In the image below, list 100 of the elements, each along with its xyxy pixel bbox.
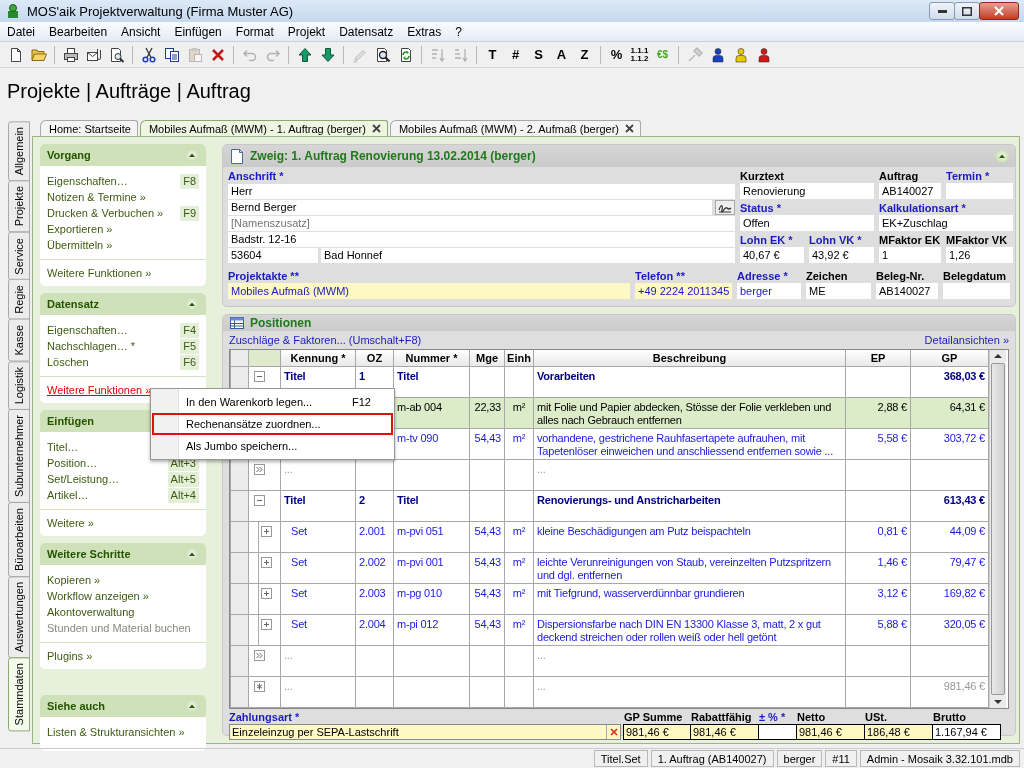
column-header[interactable]: Kennung * xyxy=(280,350,356,367)
expand-icon[interactable] xyxy=(261,588,272,599)
maximize-button[interactable] xyxy=(954,2,980,20)
toolbar-button[interactable]: T xyxy=(481,43,504,66)
input-field[interactable] xyxy=(946,183,1013,199)
menu-item[interactable]: Projekt xyxy=(280,24,333,39)
input-field[interactable]: AB140027 xyxy=(879,183,941,199)
menu-item[interactable]: Einfügen xyxy=(167,24,229,39)
side-tab[interactable]: Kasse xyxy=(8,319,30,362)
collapse-button[interactable] xyxy=(185,297,199,311)
scrollbar[interactable] xyxy=(989,350,1006,708)
column-header[interactable]: Mge xyxy=(469,350,505,367)
column-header[interactable]: Einh xyxy=(504,350,534,367)
link[interactable]: Detailansichten » xyxy=(924,334,1009,347)
input-field[interactable]: 40,67 € xyxy=(740,247,804,263)
column-header[interactable]: OZ xyxy=(355,350,394,367)
task-link[interactable]: Weitere » xyxy=(47,517,94,529)
signature-button[interactable] xyxy=(715,200,735,215)
toolbar-button[interactable]: % xyxy=(605,43,628,66)
toolbar-button[interactable]: A xyxy=(550,43,573,66)
task-link[interactable]: Exportieren » xyxy=(47,223,113,235)
input-field[interactable] xyxy=(758,724,797,740)
column-header[interactable]: Beschreibung xyxy=(533,350,846,367)
document-tab[interactable]: Mobiles Aufmaß (MWM) - 2. Aufmaß (berger) xyxy=(389,120,641,136)
menu-item[interactable]: Bearbeiten xyxy=(42,24,115,39)
column-header[interactable]: Nummer * xyxy=(393,350,470,367)
task-link[interactable]: Workflow anzeigen » xyxy=(47,590,149,602)
task-link[interactable]: Set/Leistung… xyxy=(47,473,120,485)
task-link[interactable]: Listen & Strukturansichten » xyxy=(47,726,185,738)
input-field[interactable]: Herr xyxy=(228,184,735,199)
toolbar-button[interactable]: Z xyxy=(573,43,596,66)
input-field[interactable]: ME xyxy=(806,283,871,299)
task-link[interactable]: Akontoverwaltung xyxy=(47,606,135,618)
scrollbar-thumb[interactable] xyxy=(991,363,1005,695)
side-tab[interactable]: Allgemein xyxy=(8,121,30,182)
menu-item[interactable]: Extras xyxy=(400,24,449,39)
collapse-button[interactable] xyxy=(185,547,199,561)
menu-item[interactable]: Format xyxy=(228,24,281,39)
task-link[interactable]: Nachschlagen… * xyxy=(47,340,136,352)
input-field[interactable]: 1,26 xyxy=(946,247,1013,263)
scroll-up-icon[interactable] xyxy=(993,352,1003,360)
close-icon[interactable] xyxy=(371,124,381,133)
double-chevron-icon[interactable] xyxy=(254,464,265,475)
double-chevron-icon[interactable] xyxy=(254,650,265,661)
scroll-down-icon[interactable] xyxy=(993,698,1003,706)
task-link[interactable]: Übermitteln » xyxy=(47,239,113,251)
close-button[interactable] xyxy=(979,2,1019,20)
side-tab[interactable]: Büroarbeiten xyxy=(8,501,30,577)
task-link[interactable]: Eigenschaften… xyxy=(47,175,128,187)
link[interactable]: Zuschläge & Faktoren... (Umschalt+F8) xyxy=(229,334,422,347)
side-tab[interactable]: Logistik xyxy=(8,360,30,410)
expand-icon[interactable] xyxy=(261,619,272,630)
input-field[interactable]: 43,92 € xyxy=(809,247,874,263)
collapse-button[interactable] xyxy=(185,699,199,713)
input-field[interactable]: [Namenszusatz] xyxy=(228,216,735,231)
input-field[interactable]: berger xyxy=(737,283,801,299)
toolbar-button[interactable]: # xyxy=(504,43,527,66)
side-tab[interactable]: Projekte xyxy=(8,180,30,233)
input-field[interactable]: Bernd Berger xyxy=(228,200,712,215)
input-field[interactable]: +49 2224 2011345 xyxy=(635,283,732,299)
side-tab[interactable]: Auswertungen xyxy=(8,575,30,659)
task-link[interactable]: Position… xyxy=(47,457,98,469)
menu-item[interactable]: Ansicht xyxy=(114,24,168,39)
task-link[interactable]: Eigenschaften… xyxy=(47,324,128,336)
input-field[interactable]: 981,46 € xyxy=(623,724,691,740)
menu-item[interactable]: ? xyxy=(448,24,469,39)
side-tab[interactable]: Subunternehmer xyxy=(8,409,30,503)
input-field[interactable]: 981,46 € xyxy=(690,724,759,740)
document-tab[interactable]: Mobiles Aufmaß (MWM) - 1. Auftrag (berger) xyxy=(139,120,388,136)
input-field[interactable]: 981,46 € xyxy=(796,724,865,740)
input-field[interactable]: 1.167,94 € xyxy=(932,724,1001,740)
side-tab[interactable]: Service xyxy=(8,231,30,281)
menu-item[interactable]: Als Jumbo speichern... xyxy=(152,435,393,457)
task-link[interactable]: Drucken & Verbuchen » xyxy=(47,207,164,219)
input-field[interactable]: Offen xyxy=(740,215,874,231)
input-field[interactable]: Badstr. 12-16 xyxy=(228,232,735,247)
column-header[interactable]: GP xyxy=(910,350,989,367)
input-field[interactable] xyxy=(943,283,1010,299)
task-link[interactable]: Löschen xyxy=(47,356,89,368)
task-link[interactable]: Titel… xyxy=(47,441,79,453)
task-link[interactable]: Weitere Funktionen » xyxy=(47,267,152,279)
asterisk-icon[interactable] xyxy=(254,681,265,692)
task-link[interactable]: Artikel… xyxy=(47,489,89,501)
expand-icon[interactable] xyxy=(261,526,272,537)
expand-icon[interactable] xyxy=(261,557,272,568)
dropdown-field[interactable]: Einzeleinzug per SEPA-Lastschrift xyxy=(229,724,621,740)
toolbar-button[interactable]: 1.1.1 1.1.2 xyxy=(628,43,651,66)
input-field[interactable]: Mobiles Aufmaß (MWM) xyxy=(228,283,630,299)
clear-button[interactable] xyxy=(606,725,620,739)
menu-item[interactable]: Datensatz xyxy=(332,24,401,39)
task-link[interactable]: Plugins » xyxy=(47,650,93,662)
collapse-button[interactable] xyxy=(185,148,199,162)
close-icon[interactable] xyxy=(624,124,634,133)
input-field[interactable]: Bad Honnef xyxy=(321,248,735,263)
side-tab[interactable]: Regie xyxy=(8,279,30,321)
toolbar-button[interactable]: S xyxy=(527,43,550,66)
input-field[interactable]: EK+Zuschlag xyxy=(879,215,1013,231)
collapse-icon[interactable] xyxy=(254,371,265,382)
input-field[interactable]: 1 xyxy=(879,247,941,263)
menu-item[interactable]: Datei xyxy=(0,24,42,39)
